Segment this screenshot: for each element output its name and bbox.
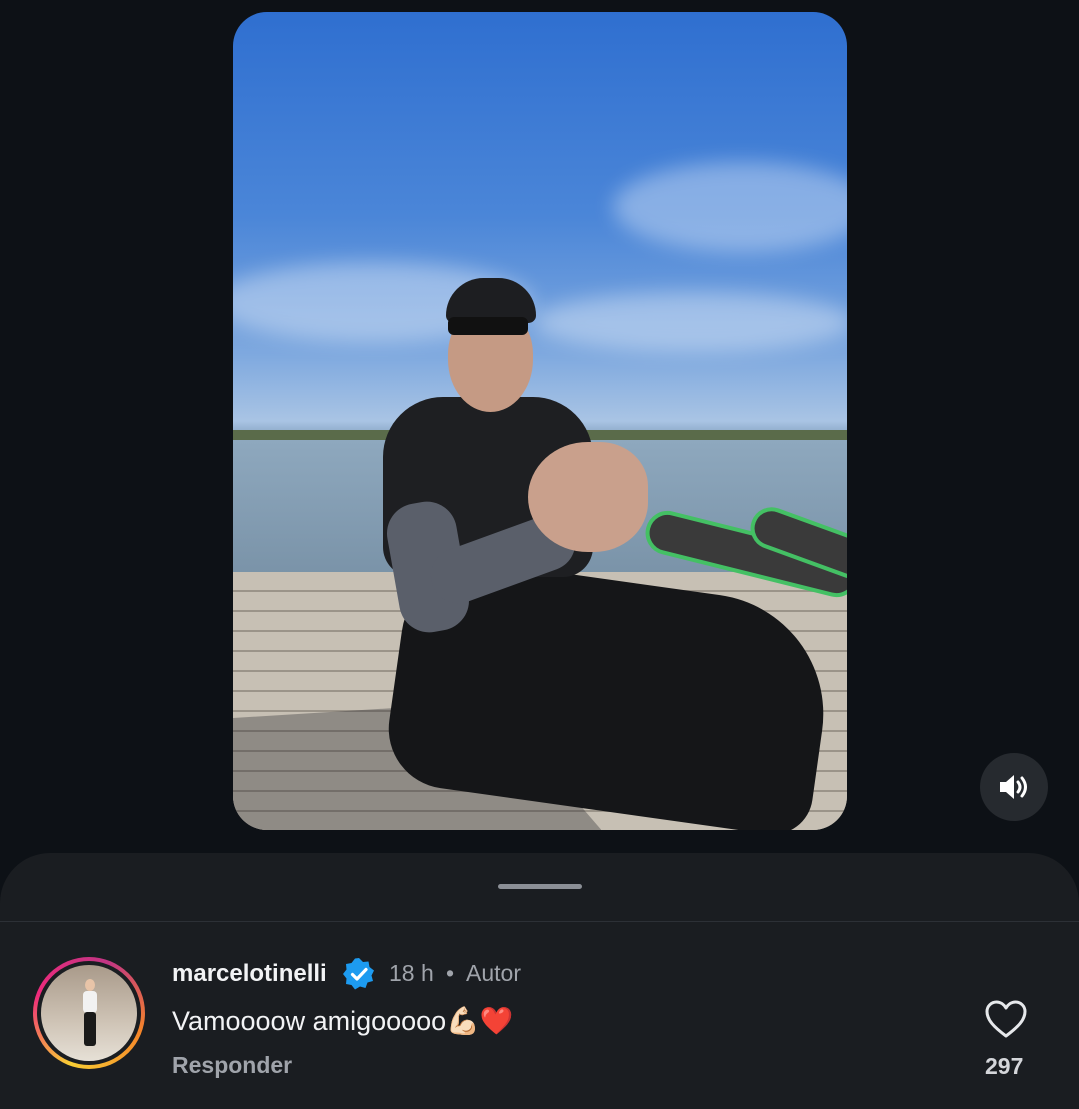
- avatar-figure-head: [85, 979, 95, 991]
- reply-button[interactable]: Responder: [172, 1052, 292, 1079]
- avatar: [41, 965, 137, 1061]
- verified-badge-icon: [343, 958, 374, 990]
- avatar-story-ring[interactable]: [33, 957, 145, 1069]
- speaker-volume-icon: [1000, 775, 1027, 799]
- comment-time: 18 h: [389, 960, 434, 986]
- divider: [0, 921, 1079, 922]
- sheet-drag-handle[interactable]: [498, 884, 582, 889]
- comment-username[interactable]: marcelotinelli: [172, 960, 327, 988]
- cloud: [613, 162, 847, 252]
- author-label: Autor: [466, 960, 521, 986]
- comment-text: Vamoooow amigooooo💪🏻❤️: [172, 1006, 514, 1036]
- sound-toggle-button[interactable]: [980, 753, 1048, 821]
- like-count: 297: [985, 1053, 1024, 1079]
- cloud: [533, 292, 847, 352]
- comments-sheet: marcelotinelli 18 h • Autor Vamoooow ami…: [0, 853, 1079, 1109]
- avatar-figure-legs: [84, 1012, 96, 1046]
- heart-outline-icon[interactable]: [984, 999, 1028, 1039]
- separator-dot: •: [446, 960, 455, 986]
- video-player[interactable]: [233, 12, 847, 830]
- sunglasses: [448, 317, 528, 335]
- hands: [528, 442, 648, 552]
- avatar-figure-shirt: [83, 991, 97, 1013]
